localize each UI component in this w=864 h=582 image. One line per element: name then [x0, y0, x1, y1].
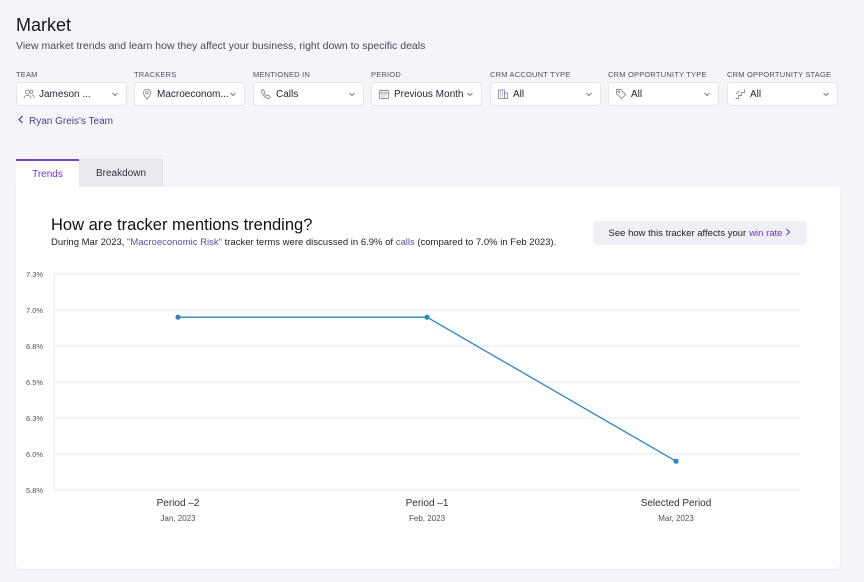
- chevron-down-icon: [584, 89, 594, 99]
- trends-card: How are tracker mentions trending? Durin…: [16, 187, 840, 569]
- chevron-down-icon: [702, 89, 712, 99]
- x-tick-date: Mar, 2023: [658, 514, 694, 523]
- chevron-down-icon: [228, 89, 238, 99]
- y-tick-label: 7.3%: [26, 270, 43, 279]
- back-link-label: Ryan Greis's Team: [29, 115, 113, 127]
- filter-value: Jameson ...: [39, 88, 91, 100]
- x-tick-label: Period –2: [157, 498, 200, 509]
- filter-crm-opportunity-stage: CRM OPPORTUNITY STAGE All: [727, 70, 838, 106]
- filter-value: Calls: [276, 88, 299, 100]
- building-icon: [497, 88, 509, 100]
- team-select[interactable]: Jameson ...: [16, 82, 127, 106]
- filter-value: Macroeconom...: [157, 88, 228, 100]
- filter-period: PERIOD Previous Month: [371, 70, 482, 106]
- filter-label: TRACKERS: [134, 70, 177, 79]
- filter-label: PERIOD: [371, 70, 401, 79]
- filter-value: All: [513, 88, 525, 100]
- tab-breakdown[interactable]: Breakdown: [79, 159, 163, 187]
- location-pin-icon: [141, 88, 153, 100]
- data-point: [175, 314, 181, 320]
- tab-trends[interactable]: Trends: [16, 159, 79, 187]
- period-select[interactable]: Previous Month: [371, 82, 482, 106]
- filter-trackers: TRACKERS Macroeconom...: [134, 70, 245, 106]
- filter-label: MENTIONED IN: [253, 70, 310, 79]
- x-tick-date: Jan, 2023: [160, 514, 196, 523]
- filter-value: All: [750, 88, 762, 100]
- x-tick-label: Period –1: [406, 498, 449, 509]
- filter-crm-opportunity-type: CRM OPPORTUNITY TYPE All: [608, 70, 719, 106]
- calendar-icon: [378, 88, 390, 100]
- filter-label: CRM ACCOUNT TYPE: [490, 70, 571, 79]
- filter-value: Previous Month: [394, 88, 464, 100]
- y-tick-label: 6.5%: [26, 378, 43, 387]
- filter-label: CRM OPPORTUNITY STAGE: [727, 70, 832, 79]
- chevron-down-icon: [110, 89, 120, 99]
- crm-opportunity-type-select[interactable]: All: [608, 82, 719, 106]
- stairs-icon: [734, 88, 746, 100]
- y-tick-label: 6.0%: [26, 450, 43, 459]
- page-subtitle: View market trends and learn how they af…: [16, 40, 426, 52]
- crm-opportunity-stage-select[interactable]: All: [727, 82, 838, 106]
- filter-bar: TEAM Jameson ... TRACKERS Macroeconom...…: [16, 70, 846, 110]
- people-icon: [23, 88, 35, 100]
- filter-value: All: [631, 88, 643, 100]
- y-tick-label: 7.0%: [26, 306, 43, 315]
- filter-mentioned-in: MENTIONED IN Calls: [253, 70, 364, 106]
- filter-label: TEAM: [16, 70, 38, 79]
- filter-crm-account-type: CRM ACCOUNT TYPE All: [490, 70, 601, 106]
- chevron-left-icon: [17, 115, 25, 127]
- trend-line-chart: 7.3% 7.0% 6.8% 6.5% 6.3% 6.0% 5.8% Period –2 Jan…: [26, 270, 800, 523]
- data-point: [673, 458, 679, 464]
- data-point: [424, 314, 430, 320]
- chevron-down-icon: [821, 89, 831, 99]
- chevron-down-icon: [465, 89, 475, 99]
- y-tick-label: 6.8%: [26, 342, 43, 351]
- filter-team: TEAM Jameson ...: [16, 70, 127, 106]
- trackers-select[interactable]: Macroeconom...: [134, 82, 245, 106]
- phone-icon: [260, 88, 272, 100]
- x-tick-label: Selected Period: [641, 498, 712, 509]
- tab-bar: Trends Breakdown: [16, 159, 163, 187]
- series-line: [178, 316, 677, 462]
- page-title: Market: [16, 15, 72, 35]
- crm-account-type-select[interactable]: All: [490, 82, 601, 106]
- tag-icon: [615, 88, 627, 100]
- y-tick-label: 5.8%: [26, 486, 43, 495]
- mentioned-in-select[interactable]: Calls: [253, 82, 364, 106]
- chevron-down-icon: [347, 89, 357, 99]
- x-tick-date: Feb, 2023: [409, 514, 446, 523]
- filter-label: CRM OPPORTUNITY TYPE: [608, 70, 707, 79]
- back-link[interactable]: Ryan Greis's Team: [17, 115, 113, 127]
- y-tick-label: 6.3%: [26, 414, 43, 423]
